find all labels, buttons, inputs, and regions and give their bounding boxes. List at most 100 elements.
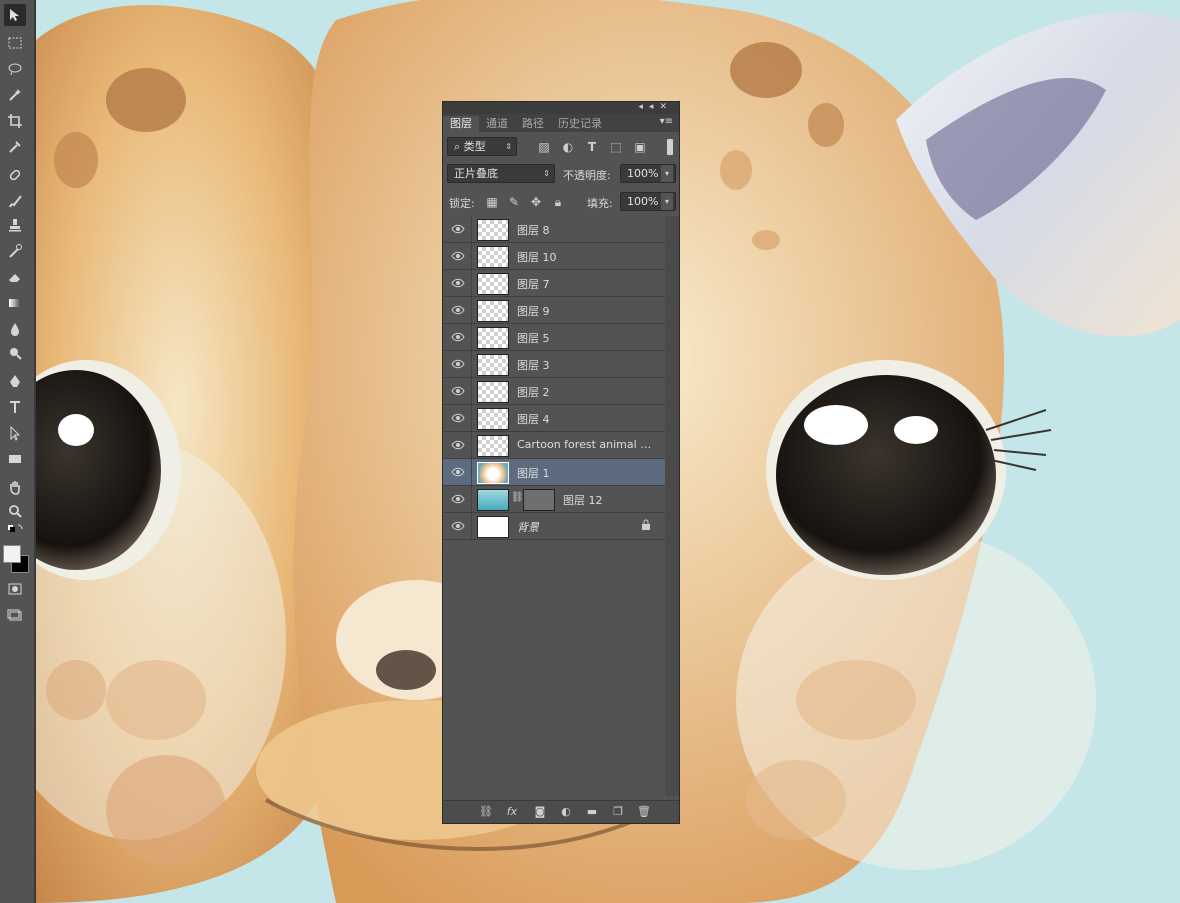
fill-field[interactable]: 100% ▾ bbox=[620, 192, 676, 211]
layer-row[interactable]: 背景 bbox=[443, 513, 665, 540]
tab-paths[interactable]: 路径 bbox=[515, 116, 551, 132]
swap-colors-icon[interactable] bbox=[4, 524, 26, 538]
blend-mode-select[interactable]: 正片叠底 ⇕ bbox=[447, 164, 555, 183]
eye-icon[interactable] bbox=[451, 249, 465, 263]
layer-name[interactable]: 图层 1 bbox=[517, 465, 550, 481]
layer-thumbnail bbox=[477, 273, 509, 295]
adjustment-layer-icon[interactable]: ◐ bbox=[559, 805, 573, 819]
link-layers-icon[interactable]: ⛓︎ bbox=[479, 805, 493, 819]
layer-row[interactable]: 图层 3 bbox=[443, 351, 665, 378]
eye-icon[interactable] bbox=[451, 438, 465, 452]
lock-transparent-pixels-icon[interactable]: ▦ bbox=[485, 195, 499, 209]
layer-name[interactable]: 图层 2 bbox=[517, 384, 550, 400]
gradient-tool-icon[interactable] bbox=[4, 292, 26, 314]
layers-bottom-bar: ⛓︎ fx ◙ ◐ ▬ ❐ 🗑︎ bbox=[443, 800, 679, 823]
eye-icon[interactable] bbox=[451, 222, 465, 236]
layer-name[interactable]: 图层 4 bbox=[517, 411, 550, 427]
layer-row[interactable]: Cartoon forest animal p... bbox=[443, 432, 665, 459]
layer-row[interactable]: 图层 4 bbox=[443, 405, 665, 432]
type-tool-icon[interactable] bbox=[4, 396, 26, 418]
layer-name[interactable]: 图层 10 bbox=[517, 249, 557, 265]
lock-image-pixels-icon[interactable]: ✎ bbox=[507, 195, 521, 209]
history-brush-tool-icon[interactable] bbox=[4, 240, 26, 262]
layer-row[interactable]: 图层 10 bbox=[443, 243, 665, 270]
layer-name[interactable]: 图层 5 bbox=[517, 330, 550, 346]
layer-row[interactable]: 图层 8 bbox=[443, 216, 665, 243]
layer-row[interactable]: 图层 5 bbox=[443, 324, 665, 351]
filter-smart-object-icon[interactable]: ▣ bbox=[633, 140, 647, 154]
brush-tool-icon[interactable] bbox=[4, 190, 26, 212]
lock-position-icon[interactable]: ✥ bbox=[529, 195, 543, 209]
chevron-down-icon[interactable]: ▾ bbox=[661, 193, 673, 210]
tab-layers[interactable]: 图层 bbox=[443, 116, 479, 132]
layers-scrollbar[interactable] bbox=[665, 216, 679, 796]
opacity-field[interactable]: 100% ▾ bbox=[620, 164, 676, 183]
eye-icon[interactable] bbox=[451, 411, 465, 425]
healing-brush-tool-icon[interactable] bbox=[4, 164, 26, 186]
tab-history[interactable]: 历史记录 bbox=[551, 116, 609, 132]
layer-name[interactable]: 图层 8 bbox=[517, 222, 550, 238]
zoom-tool-icon[interactable] bbox=[4, 500, 26, 522]
panel-menu-icon[interactable]: ▾≡ bbox=[660, 116, 673, 127]
eraser-tool-icon[interactable] bbox=[4, 266, 26, 288]
chevron-down-icon[interactable]: ▾ bbox=[661, 165, 673, 182]
layer-row-selected[interactable]: 图层 1 bbox=[443, 459, 665, 486]
layer-mask-thumbnail[interactable] bbox=[523, 489, 555, 511]
layer-name[interactable]: 图层 3 bbox=[517, 357, 550, 373]
filter-kind-select[interactable]: ⌕ 类型 ⇕ bbox=[447, 137, 517, 156]
pen-tool-icon[interactable] bbox=[4, 370, 26, 392]
eyedropper-tool-icon[interactable] bbox=[4, 136, 26, 158]
eye-icon[interactable] bbox=[451, 276, 465, 290]
screen-mode-icon[interactable] bbox=[4, 604, 26, 626]
layer-name[interactable]: 图层 12 bbox=[563, 492, 603, 508]
eye-icon[interactable] bbox=[451, 303, 465, 317]
chain-link-icon[interactable]: ⛓︎ bbox=[511, 492, 524, 503]
lock-icon bbox=[642, 519, 650, 530]
layer-thumbnail bbox=[477, 462, 509, 484]
new-layer-icon[interactable]: ❐ bbox=[611, 805, 625, 819]
move-tool-icon[interactable] bbox=[4, 4, 26, 26]
marquee-tool-icon[interactable] bbox=[4, 32, 26, 54]
layer-row[interactable]: 图层 2 bbox=[443, 378, 665, 405]
eye-icon[interactable] bbox=[451, 384, 465, 398]
eye-icon[interactable] bbox=[451, 465, 465, 479]
blur-tool-icon[interactable] bbox=[4, 318, 26, 340]
panel-header-bar[interactable]: ◂◂✕ bbox=[443, 102, 679, 114]
add-mask-icon[interactable]: ◙ bbox=[533, 805, 547, 819]
layer-name[interactable]: 背景 bbox=[517, 519, 539, 535]
eye-icon[interactable] bbox=[451, 492, 465, 506]
eye-icon[interactable] bbox=[451, 357, 465, 371]
opacity-label: 不透明度: bbox=[563, 169, 611, 182]
layer-row[interactable]: 图层 9 bbox=[443, 297, 665, 324]
layer-thumbnail bbox=[477, 408, 509, 430]
eye-icon[interactable] bbox=[451, 519, 465, 533]
hand-tool-icon[interactable] bbox=[4, 476, 26, 498]
filter-adjustment-icon[interactable]: ◐ bbox=[561, 140, 575, 154]
collapse-panel-icon[interactable]: ◂◂ bbox=[638, 102, 659, 112]
stamp-tool-icon[interactable] bbox=[4, 214, 26, 236]
eye-icon[interactable] bbox=[451, 330, 465, 344]
lasso-tool-icon[interactable] bbox=[4, 58, 26, 80]
layer-name[interactable]: Cartoon forest animal p... bbox=[517, 438, 657, 451]
crop-tool-icon[interactable] bbox=[4, 110, 26, 132]
layer-name[interactable]: 图层 9 bbox=[517, 303, 550, 319]
tab-channels[interactable]: 通道 bbox=[479, 116, 515, 132]
filter-pixel-icon[interactable]: ▨ bbox=[537, 140, 551, 154]
layer-row[interactable]: ⛓︎ 图层 12 bbox=[443, 486, 665, 513]
filter-type-icon[interactable]: T bbox=[585, 140, 599, 154]
close-panel-icon[interactable]: ✕ bbox=[659, 102, 673, 112]
rectangle-tool-icon[interactable] bbox=[4, 448, 26, 470]
filter-toggle-switch[interactable] bbox=[667, 139, 673, 155]
layer-name[interactable]: 图层 7 bbox=[517, 276, 550, 292]
layer-row[interactable]: 图层 7 bbox=[443, 270, 665, 297]
quick-mask-icon[interactable] bbox=[4, 578, 26, 600]
dodge-tool-icon[interactable] bbox=[4, 342, 26, 364]
lock-all-icon[interactable]: 🔒︎ bbox=[551, 195, 565, 209]
layer-style-fx-icon[interactable]: fx bbox=[505, 805, 519, 819]
filter-shape-icon[interactable]: ⬚ bbox=[609, 140, 623, 154]
trash-icon[interactable]: 🗑︎ bbox=[637, 805, 651, 819]
path-selection-tool-icon[interactable] bbox=[4, 422, 26, 444]
fill-value: 100% bbox=[627, 195, 659, 208]
magic-wand-tool-icon[interactable] bbox=[4, 84, 26, 106]
new-group-icon[interactable]: ▬ bbox=[585, 805, 599, 819]
